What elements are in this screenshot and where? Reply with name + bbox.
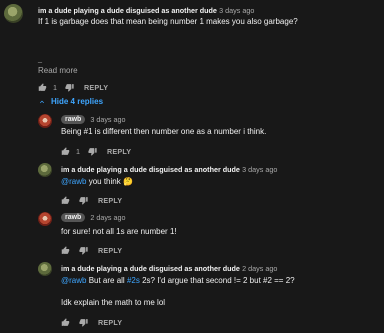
avatar[interactable] [38,262,52,276]
reply-button[interactable]: REPLY [98,318,122,327]
thumb-down-icon[interactable] [79,246,88,255]
avatar[interactable] [38,163,52,177]
thumb-down-icon[interactable] [65,83,74,92]
reply-header: im a dude playing a dude disguised as an… [61,264,277,273]
thumb-down-icon[interactable] [79,318,88,327]
hashtag-link[interactable]: #2s [127,276,140,285]
reply-text: for sure! not all 1s are number 1! [61,227,177,236]
reply-text: Being #1 is different then number one as… [61,127,267,136]
thumb-up-icon[interactable] [38,82,47,92]
mention-link[interactable]: @rawb [61,177,86,186]
reply-button[interactable]: REPLY [84,83,108,92]
like-count: 1 [76,146,80,156]
chevron-up-icon [40,100,44,103]
comment-ellipsis: _ [38,54,42,63]
hide-replies-button[interactable]: Hide 4 replies [38,97,103,106]
reply-button[interactable]: REPLY [98,246,122,255]
like-count: 1 [53,82,57,92]
thumb-up-icon[interactable] [61,195,70,205]
reply-time[interactable]: 2 days ago [242,264,277,273]
reply-text: @rawb you think 🤔 [61,177,133,186]
reply-header: rawb 2 days ago [61,213,126,222]
comment-header: im a dude playing a dude disguised as an… [38,6,254,15]
thinking-emoji: 🤔 [122,177,133,186]
reply-time[interactable]: 3 days ago [242,165,277,174]
avatar[interactable] [38,114,52,128]
comment-author[interactable]: im a dude playing a dude disguised as an… [38,6,217,15]
comment-time[interactable]: 3 days ago [219,6,254,15]
reply-author[interactable]: im a dude playing a dude disguised as an… [61,264,240,273]
reply-time[interactable]: 2 days ago [90,213,125,222]
thumb-up-icon[interactable] [61,245,70,255]
avatar[interactable] [38,212,52,226]
reply-button[interactable]: REPLY [107,147,131,156]
reply-author[interactable]: rawb [61,213,86,222]
reply-header: im a dude playing a dude disguised as an… [61,165,277,174]
reply-button[interactable]: REPLY [98,196,122,205]
mention-link[interactable]: @rawb [61,276,86,285]
comment-text: If 1 is garbage does that mean being num… [38,17,298,26]
reply-actions: 1 REPLY [61,146,131,156]
thumb-down-icon[interactable] [88,147,97,156]
reply-text-line2: Idk explain the math to me lol [61,298,166,307]
reply-header: rawb 3 days ago [61,115,126,124]
reply-text: @rawb But are all #2s 2s? I'd argue that… [61,276,295,285]
read-more-link[interactable]: Read more [38,66,78,75]
avatar[interactable] [4,4,23,23]
reply-author[interactable]: rawb [61,115,86,124]
thumb-up-icon[interactable] [61,317,70,327]
reply-time[interactable]: 3 days ago [90,115,125,124]
thumb-down-icon[interactable] [79,196,88,205]
reply-actions: REPLY [61,245,122,255]
comment-actions: 1 REPLY [38,82,108,92]
reply-author[interactable]: im a dude playing a dude disguised as an… [61,165,240,174]
reply-actions: REPLY [61,317,122,327]
thumb-up-icon[interactable] [61,146,70,156]
reply-actions: REPLY [61,195,122,205]
hide-replies-label: Hide 4 replies [51,97,104,106]
